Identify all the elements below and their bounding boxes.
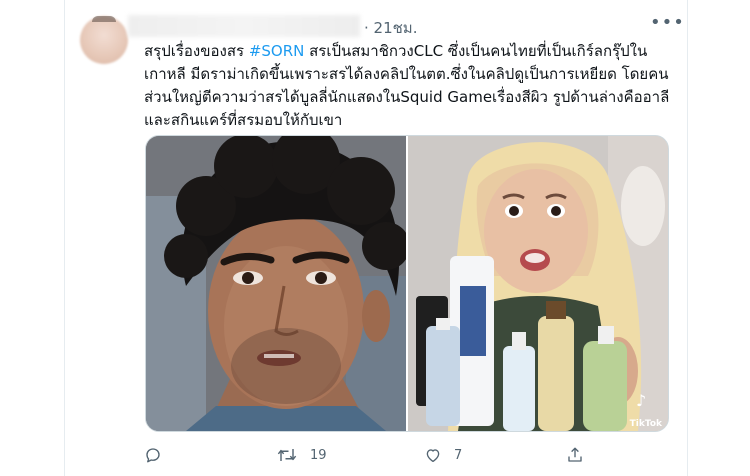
more-horizontal-icon[interactable]: ••• <box>650 14 685 32</box>
share-icon <box>568 447 582 462</box>
tweet-text-line: ส่วนใหญ่ตีความว่าสรได้บูลลี่นักแสดงในSqu… <box>144 88 670 106</box>
hashtag-link[interactable]: #SORN <box>249 42 305 60</box>
reply-button[interactable] <box>144 446 174 464</box>
tweet-text: สรุปเรื่องของสร #SORN สรเป็นสมาชิกวงCLC … <box>144 40 670 132</box>
media-photo-left[interactable] <box>146 136 406 431</box>
tweet-actions: 19 7 <box>144 446 594 466</box>
heart-icon <box>426 449 440 463</box>
skincare-photo-illustration: ♪ <box>408 136 668 431</box>
actor-portrait-illustration <box>146 136 406 431</box>
author-name-redacted <box>128 15 360 37</box>
avatar-hair-blur <box>92 16 116 22</box>
tweet-text-line: สรุปเรื่องของสร #SORN สรเป็นสมาชิกวงCLC … <box>144 42 648 60</box>
retweet-icon <box>277 449 297 461</box>
reply-icon <box>146 448 160 463</box>
svg-text:♪: ♪ <box>636 391 646 410</box>
media-photo-right[interactable]: ♪ TikTok <box>408 136 668 431</box>
avatar[interactable] <box>80 16 128 64</box>
tweet-text-line: เกาหลี มีดราม่าเกิดขึ้นเพราะสรได้ลงคลิปใ… <box>144 65 669 83</box>
tweet-text-line: และสกินแคร์ที่สรมอบให้กับเขา <box>144 111 343 129</box>
tiktok-watermark: TikTok <box>629 419 662 429</box>
like-button[interactable]: 7 <box>424 446 462 464</box>
tweet-media: ♪ TikTok <box>145 135 669 432</box>
share-button[interactable] <box>566 446 596 464</box>
retweet-button[interactable]: 19 <box>276 446 327 464</box>
tweet-timestamp[interactable]: · 21ชม. <box>364 16 417 40</box>
